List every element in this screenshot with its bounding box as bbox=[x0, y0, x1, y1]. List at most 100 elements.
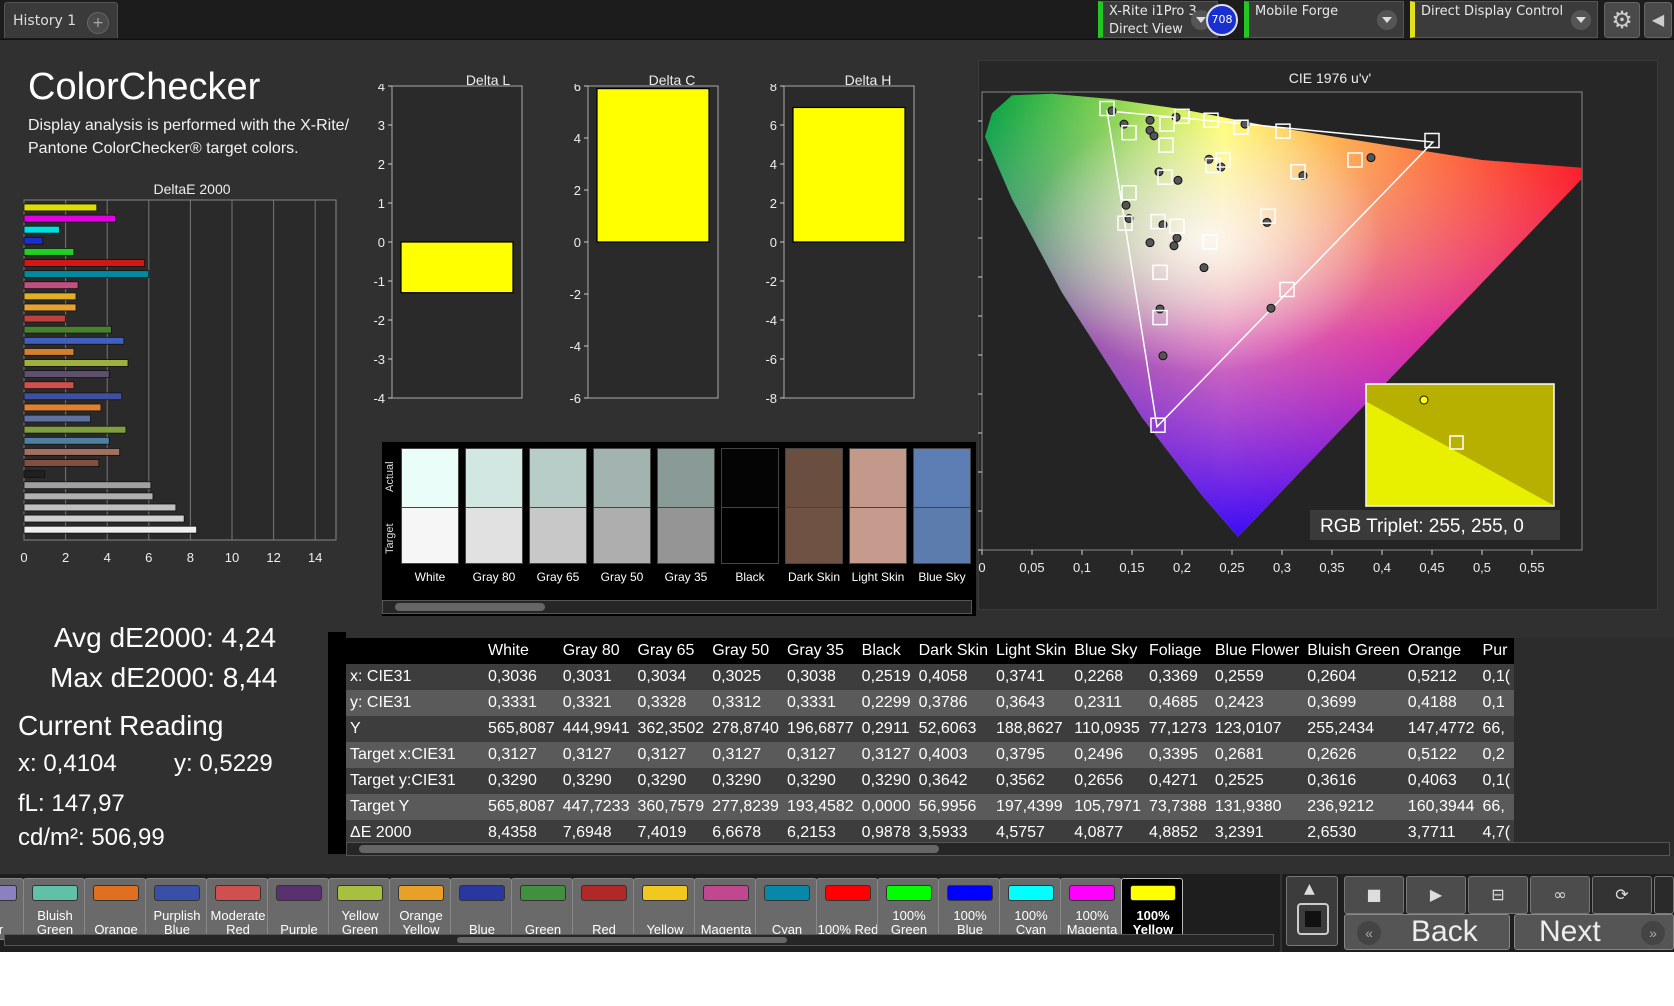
add-tab-button[interactable]: + bbox=[87, 12, 109, 34]
patch-button[interactable]: Yellow Green bbox=[328, 878, 390, 940]
swatch[interactable]: Blue Sky bbox=[908, 442, 976, 616]
y-tick-label: 0 bbox=[574, 235, 581, 250]
table-cell: 110,0935 bbox=[1070, 716, 1145, 742]
swatch-label: Black bbox=[735, 570, 765, 584]
next-label: Next bbox=[1539, 915, 1601, 948]
patch-button[interactable]: 100% Yellow bbox=[1121, 878, 1183, 940]
table-cell: 0,3025 bbox=[708, 664, 783, 690]
patch-button[interactable]: Orange Yellow bbox=[389, 878, 451, 940]
deltae-bar bbox=[23, 492, 154, 501]
swatch[interactable]: Gray 80 bbox=[460, 442, 528, 616]
patch-button[interactable]: 100% Green bbox=[877, 878, 939, 940]
scrollbar-thumb[interactable] bbox=[457, 937, 787, 943]
patch-button[interactable]: ver bbox=[0, 878, 24, 940]
patch-scrollbar[interactable] bbox=[4, 934, 1274, 946]
reading-x: x: 0,4104 bbox=[18, 750, 117, 777]
table-cell: 0,3036 bbox=[484, 664, 559, 690]
record-icon[interactable] bbox=[1654, 876, 1674, 914]
play-button[interactable]: ▶ bbox=[1406, 876, 1466, 914]
measure-once-button[interactable]: ⊟ bbox=[1468, 876, 1528, 914]
table-cell: 362,3502 bbox=[633, 716, 709, 742]
swatch[interactable]: Gray 50 bbox=[588, 442, 656, 616]
swatch[interactable]: Dark Skin bbox=[780, 442, 848, 616]
table-cell: 0,3642 bbox=[914, 768, 992, 794]
patch-button[interactable]: 100% Blue bbox=[938, 878, 1000, 940]
deltae-chart: 0 2 4 6 8 10 12 14 bbox=[20, 199, 337, 565]
patch-navigator[interactable]: ▲ bbox=[1286, 876, 1338, 946]
table-cell: 196,6877 bbox=[782, 716, 858, 742]
table-cell: 0,3321 bbox=[558, 690, 634, 716]
chevron-down-icon[interactable] bbox=[1377, 10, 1397, 30]
patch-color bbox=[276, 885, 322, 901]
patch-button[interactable]: Purple bbox=[267, 878, 329, 940]
y-tick-label: -6 bbox=[765, 352, 777, 367]
table-cell: 0,2626 bbox=[1303, 742, 1404, 768]
deltae-bar bbox=[23, 359, 129, 367]
patch-button[interactable]: Moderate Red bbox=[206, 878, 268, 940]
patch-button[interactable]: Red bbox=[572, 878, 634, 940]
x-tick-label: 0,15 bbox=[1119, 560, 1144, 575]
reading-fl: fL: 147,97 bbox=[18, 790, 125, 817]
next-button[interactable]: Next » bbox=[1514, 914, 1674, 950]
patch-button[interactable]: Yellow bbox=[633, 878, 695, 940]
scrollbar-thumb[interactable] bbox=[395, 603, 545, 611]
stop-square-icon[interactable] bbox=[1297, 903, 1329, 935]
patch-button[interactable]: Bluish Green bbox=[23, 878, 85, 940]
chevron-up-icon[interactable]: ▲ bbox=[1304, 871, 1315, 907]
continuous-button[interactable]: ∞ bbox=[1530, 876, 1590, 914]
x-tick-label: 0,25 bbox=[1219, 560, 1244, 575]
column-header: Pur bbox=[1478, 638, 1515, 664]
chevron-down-icon[interactable] bbox=[1571, 10, 1591, 30]
y-tick-label: -6 bbox=[569, 391, 581, 406]
table-cell: 147,4772 bbox=[1403, 716, 1479, 742]
swatch[interactable]: Black bbox=[716, 442, 784, 616]
collapse-panel-icon[interactable]: ◀ bbox=[1644, 2, 1672, 38]
device-selector-meter[interactable]: X-Rite i1Pro 3 Direct View bbox=[1098, 1, 1218, 38]
refresh-button[interactable]: ⟳ bbox=[1592, 876, 1652, 914]
top-bar: History 1 + X-Rite i1Pro 3 Direct View 7… bbox=[0, 0, 1674, 40]
patch-button[interactable]: 100% Magenta bbox=[1060, 878, 1122, 940]
patch-label: Bluish Green bbox=[36, 908, 74, 937]
deltae-bar bbox=[23, 525, 198, 534]
patch-button[interactable]: 100% Red bbox=[816, 878, 878, 940]
swatch[interactable]: Gray 65 bbox=[524, 442, 592, 616]
table-cell: 0,2496 bbox=[1070, 742, 1145, 768]
swatch[interactable]: Light Skin bbox=[844, 442, 912, 616]
device-selector-display[interactable]: Mobile Forge bbox=[1244, 1, 1404, 38]
stop-button[interactable]: ■ bbox=[1344, 876, 1404, 914]
meter-badge[interactable]: 708 bbox=[1206, 4, 1238, 36]
patch-button[interactable]: 100% Cyan bbox=[999, 878, 1061, 940]
swatch[interactable]: Gray 35 bbox=[652, 442, 720, 616]
x-tick-label: 0 bbox=[978, 560, 985, 575]
swatch[interactable]: White bbox=[396, 442, 464, 616]
patch-color bbox=[32, 885, 78, 901]
patch-button[interactable]: Green bbox=[511, 878, 573, 940]
table-cell: 0,3369 bbox=[1144, 664, 1211, 690]
patch-button[interactable]: Purplish Blue bbox=[145, 878, 207, 940]
patch-button[interactable]: Orange bbox=[84, 878, 146, 940]
table-scrollbar[interactable] bbox=[346, 842, 1670, 856]
gear-icon[interactable]: ⚙ bbox=[1604, 2, 1640, 38]
table-cell: 447,7233 bbox=[558, 794, 634, 820]
swatch-scrollbar[interactable] bbox=[382, 600, 972, 614]
measured-point bbox=[1266, 303, 1276, 313]
y-tick-label: -2 bbox=[373, 313, 385, 328]
device-selector-control[interactable]: Direct Display Control bbox=[1410, 1, 1598, 38]
patch-button[interactable]: Cyan bbox=[755, 878, 817, 940]
table-row: Target Y 565,8087 447,7233 360,7579 277,8239… bbox=[346, 794, 1515, 820]
column-header: Blue Flower bbox=[1210, 638, 1304, 664]
table-cell: 56,9956 bbox=[914, 794, 992, 820]
delta-bar bbox=[400, 241, 514, 294]
patch-button[interactable]: Blue bbox=[450, 878, 512, 940]
back-button[interactable]: « Back bbox=[1344, 914, 1510, 950]
scrollbar-thumb[interactable] bbox=[359, 845, 939, 853]
table-cell: 0,1( bbox=[1478, 664, 1515, 690]
patch-button[interactable]: Magenta bbox=[694, 878, 756, 940]
row-header: Y bbox=[346, 716, 484, 742]
row-header: Target x:CIE31 bbox=[346, 742, 484, 768]
deltae-bar bbox=[23, 425, 127, 434]
tab-history[interactable]: History 1 + bbox=[4, 2, 118, 38]
table-cell: 255,2434 bbox=[1303, 716, 1404, 742]
table-row: y: CIE31 0,3331 0,3321 0,3328 0,3312 0,3331 0,… bbox=[346, 690, 1515, 716]
table-cell: 0,3127 bbox=[857, 742, 915, 768]
